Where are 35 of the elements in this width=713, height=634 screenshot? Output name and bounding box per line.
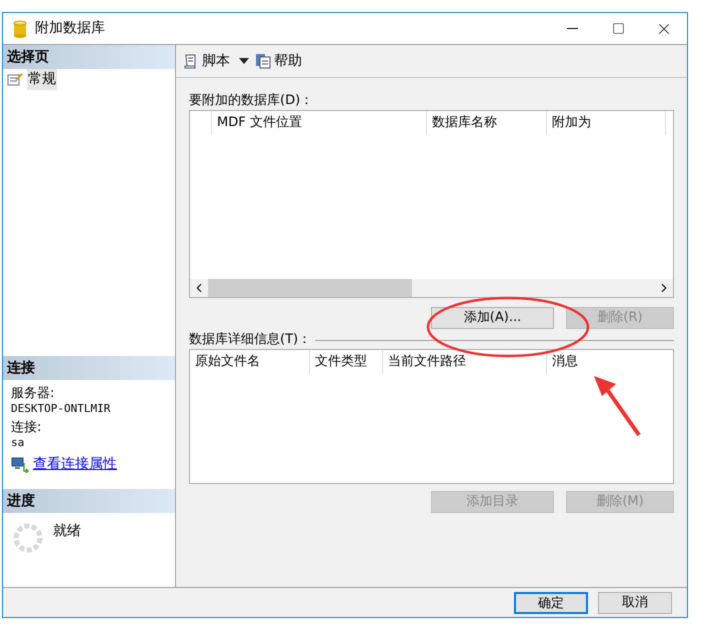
- section-heading: 连接: [3, 356, 175, 380]
- minimize-icon: [566, 28, 578, 29]
- column-header[interactable]: 文件类型: [310, 350, 383, 374]
- user-name: sa: [11, 436, 26, 450]
- dialog-button[interactable]: 确定: [514, 592, 588, 614]
- maximize-icon: [612, 22, 624, 35]
- column-header[interactable]: MDF 文件位置: [212, 111, 427, 135]
- section-heading: 进度: [3, 489, 175, 513]
- column-header[interactable]: 消息: [547, 350, 673, 374]
- dialog-button[interactable]: 取消: [598, 592, 672, 614]
- column-header[interactable]: 数据库名称: [427, 111, 547, 135]
- connection-properties-link[interactable]: 查看连接属性: [33, 454, 117, 475]
- toolbar-button[interactable]: 脚本: [182, 49, 250, 73]
- network-computer-icon: [11, 456, 29, 472]
- section-label: 要附加的数据库(D)：: [189, 92, 314, 110]
- column-header[interactable]: 当前文件路径: [383, 350, 547, 374]
- toolbar-button[interactable]: 帮助: [254, 49, 303, 73]
- connection-label: 连接:: [11, 420, 42, 436]
- server-name: DESKTOP-ONTLMIR: [11, 402, 112, 416]
- horizontal-scrollbar[interactable]: [190, 279, 673, 297]
- pointer-arrow: [594, 376, 641, 436]
- caret-icon: [239, 58, 249, 64]
- window-title: 附加数据库: [35, 19, 105, 38]
- column-header[interactable]: 附加为: [547, 111, 666, 135]
- page-icon: [7, 72, 23, 86]
- database-icon: [13, 20, 27, 38]
- server-label: 服务器:: [11, 386, 56, 402]
- sidebar-item[interactable]: 常规: [27, 68, 57, 90]
- progress-spinner-icon: [13, 523, 43, 553]
- help-document-icon: [255, 53, 271, 69]
- dialog-button[interactable]: 添加(A)...: [431, 307, 554, 329]
- section-heading: 选择页: [3, 45, 175, 69]
- section-label: 数据库详细信息(T)：: [189, 331, 312, 349]
- column-header[interactable]: 原始文件名: [190, 350, 310, 374]
- progress-status: 就绪: [53, 522, 81, 541]
